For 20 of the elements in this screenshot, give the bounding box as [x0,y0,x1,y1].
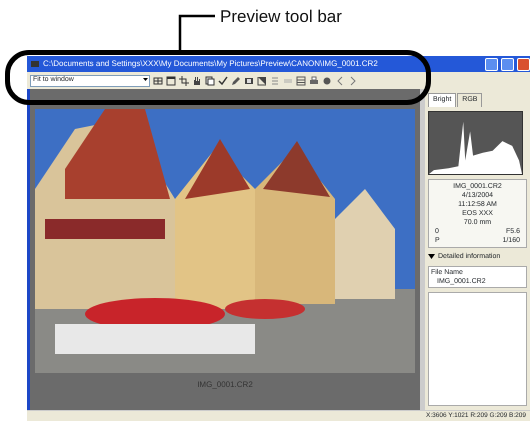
caret-icon [142,76,149,83]
app-icon [30,59,40,69]
hand-icon[interactable] [192,76,202,86]
maximize-button[interactable] [501,58,514,70]
check-icon[interactable] [218,76,228,86]
pencil-icon[interactable] [231,76,241,86]
collapse-icon[interactable] [428,253,435,260]
table-icon[interactable] [296,76,306,86]
close-button[interactable] [517,58,530,70]
crop-icon[interactable] [179,76,189,86]
window-icon[interactable] [166,76,176,86]
pages-icon[interactable] [205,76,215,86]
minimize-button[interactable] [485,58,498,70]
window-title: C:\Documents and Settings\XXX\My Documents\My Pictures\Preview\CANON\IMG_0001.CR2 [43,58,379,70]
print-icon[interactable] [309,76,319,86]
image-caption: IMG_0001.CR2 [197,379,253,391]
forward-icon[interactable] [348,76,358,86]
grid-icon[interactable] [153,76,163,86]
back-icon[interactable] [335,76,345,86]
callout-label: Preview tool bar [220,6,342,28]
